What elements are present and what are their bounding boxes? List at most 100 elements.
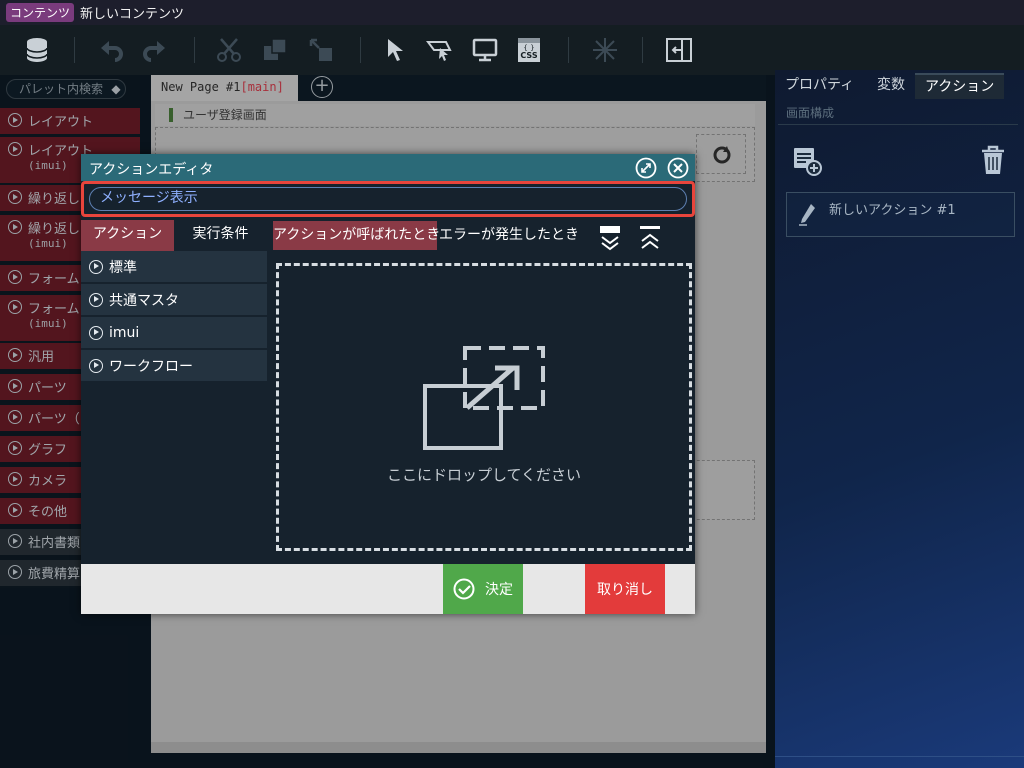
- toolbar-separator: [194, 37, 195, 63]
- action-list-item[interactable]: 新しいアクション #1: [786, 192, 1015, 237]
- palette-item-text: 社内書類: [28, 536, 81, 551]
- palette-item-text: 繰り返し: [28, 192, 81, 207]
- palette-item-sub: (imui): [28, 237, 68, 250]
- action-category-item[interactable]: 標準: [81, 251, 267, 282]
- play-circle-icon: [8, 113, 22, 127]
- palette-item-content: 繰り返し (imui): [28, 218, 80, 261]
- action-tabs: アクション 実行条件: [81, 220, 267, 251]
- maximize-icon[interactable]: [635, 157, 657, 179]
- play-circle-icon: [89, 358, 103, 373]
- play-circle-icon: [8, 190, 22, 204]
- palette-item-content: パーツ（: [28, 408, 80, 431]
- sparkle-icon[interactable]: [590, 35, 620, 65]
- palette-item-text: フォーム: [28, 302, 80, 317]
- redo-icon[interactable]: [140, 35, 170, 65]
- clear-search-icon[interactable]: ◆: [108, 81, 124, 97]
- play-circle-icon: [89, 292, 103, 307]
- action-item-label: 新しいアクション #1: [829, 203, 956, 218]
- dialog-title: アクションエディタ: [89, 162, 214, 178]
- tab-actions-list[interactable]: アクション: [81, 220, 174, 251]
- play-circle-icon: [8, 270, 22, 284]
- action-category-label: imui: [109, 324, 140, 341]
- play-circle-icon: [8, 142, 22, 156]
- palette-item-content: パーツ: [28, 377, 67, 400]
- action-category-item[interactable]: ワークフロー: [81, 350, 267, 381]
- palette-item-text: パーツ（: [28, 412, 80, 427]
- canvas-reload-button[interactable]: [696, 134, 746, 174]
- pencil-icon: [799, 204, 815, 226]
- action-name-highlight: メッセージ表示: [81, 181, 695, 217]
- svg-text:{ }: { }: [523, 44, 534, 52]
- select-area-icon[interactable]: [424, 35, 454, 65]
- canvas-page-title: ユーザ登録画面: [183, 108, 267, 122]
- action-editor-dialog: アクションエディタ メッセージ表示 アクション 実行条件 標準共通マスタ imui…: [81, 154, 695, 614]
- palette-item-text: レイアウト: [28, 115, 94, 130]
- drop-zone-text: ここにドロップしてください: [386, 466, 582, 484]
- play-circle-icon: [8, 410, 22, 424]
- close-icon[interactable]: [667, 157, 689, 179]
- play-circle-icon: [8, 379, 22, 393]
- action-category-label: 標準: [109, 259, 137, 276]
- palette-item[interactable]: レイアウト: [0, 108, 140, 134]
- preview-monitor-icon[interactable]: [470, 35, 500, 65]
- play-circle-icon: [8, 565, 22, 579]
- play-circle-icon: [89, 325, 103, 340]
- canvas-horizontal-scrollbar[interactable]: [151, 742, 766, 753]
- collapse-all-icon[interactable]: [598, 225, 622, 251]
- add-action-icon[interactable]: [791, 145, 823, 177]
- palette-item-content: フォーム (imui): [28, 298, 80, 341]
- panel-toggle-icon[interactable]: [664, 35, 694, 65]
- tab-on-error[interactable]: エラーが発生したとき: [439, 221, 579, 250]
- palette-item-text: カメラ: [28, 474, 68, 489]
- play-circle-icon: [8, 472, 22, 486]
- pointer-icon[interactable]: [380, 35, 410, 65]
- content-badge: コンテンツ: [6, 3, 75, 22]
- palette-item-content: グラフ: [28, 439, 67, 462]
- tab-on-called[interactable]: アクションが呼ばれたとき: [273, 221, 440, 250]
- tab-properties[interactable]: プロパティ: [775, 73, 864, 99]
- play-circle-icon: [8, 441, 22, 455]
- play-circle-icon: [8, 503, 22, 517]
- action-category-item[interactable]: 共通マスタ: [81, 284, 267, 315]
- drop-zone[interactable]: ここにドロップしてください: [276, 263, 692, 551]
- canvas-page-header[interactable]: ユーザ登録画面: [155, 104, 755, 126]
- palette-item-text: フォーム: [28, 272, 80, 287]
- action-name-input[interactable]: メッセージ表示: [89, 187, 687, 211]
- tab-variables[interactable]: 変数: [867, 73, 915, 99]
- database-icon[interactable]: [22, 35, 52, 65]
- action-category-label: 共通マスタ: [109, 292, 179, 309]
- paste-icon[interactable]: [306, 35, 336, 65]
- dialog-header[interactable]: アクションエディタ: [81, 154, 695, 181]
- play-circle-icon: [8, 534, 22, 548]
- palette-item-content: カメラ: [28, 470, 67, 493]
- palette-item-text: 旅費精算: [28, 567, 81, 582]
- play-circle-icon: [8, 220, 22, 234]
- right-panel-subheader: 画面構成: [786, 106, 835, 120]
- toolbar-separator: [642, 37, 643, 63]
- play-circle-icon: [89, 259, 103, 274]
- palette-item-text: パーツ: [28, 381, 67, 396]
- cancel-button[interactable]: 取り消し: [585, 564, 665, 614]
- palette-item-content: 繰り返し: [28, 188, 80, 211]
- tab-new-page[interactable]: New Page #1[main]: [151, 75, 298, 101]
- action-category-label: ワークフロー: [109, 358, 193, 375]
- palette-item-content: 汎用: [28, 346, 54, 369]
- play-circle-icon: [8, 348, 22, 362]
- cut-icon[interactable]: [214, 35, 244, 65]
- check-circle-icon: [453, 578, 475, 600]
- action-category-item[interactable]: imui: [81, 317, 267, 348]
- css-icon[interactable]: CSS{ }: [514, 35, 544, 65]
- palette-item-sub: (imui): [28, 317, 68, 330]
- add-page-icon[interactable]: +: [311, 76, 333, 98]
- tab-actions[interactable]: アクション: [915, 73, 1005, 99]
- palette-item-content: その他: [28, 501, 67, 524]
- confirm-button[interactable]: 決定: [443, 564, 523, 614]
- tab-execution-conditions[interactable]: 実行条件: [174, 220, 267, 251]
- undo-icon[interactable]: [96, 35, 126, 65]
- expand-all-icon[interactable]: [638, 225, 662, 251]
- copy-icon[interactable]: [260, 35, 290, 65]
- trash-icon[interactable]: [980, 144, 1006, 176]
- toolbar-separator: [74, 37, 75, 63]
- palette-item-content: フォーム: [28, 268, 80, 291]
- palette-item-text: グラフ: [28, 443, 68, 458]
